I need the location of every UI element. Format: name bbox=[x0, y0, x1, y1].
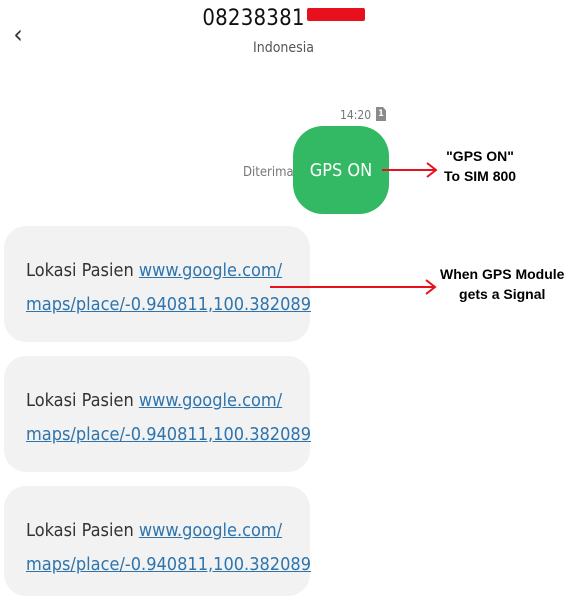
annotation-gps-on: "GPS ON" To SIM 800 bbox=[444, 148, 517, 184]
arrow-gps-signal bbox=[270, 279, 437, 295]
annotation-gps-signal: When GPS Module gets a Signal bbox=[440, 266, 565, 302]
arrow-gps-on bbox=[382, 162, 438, 178]
